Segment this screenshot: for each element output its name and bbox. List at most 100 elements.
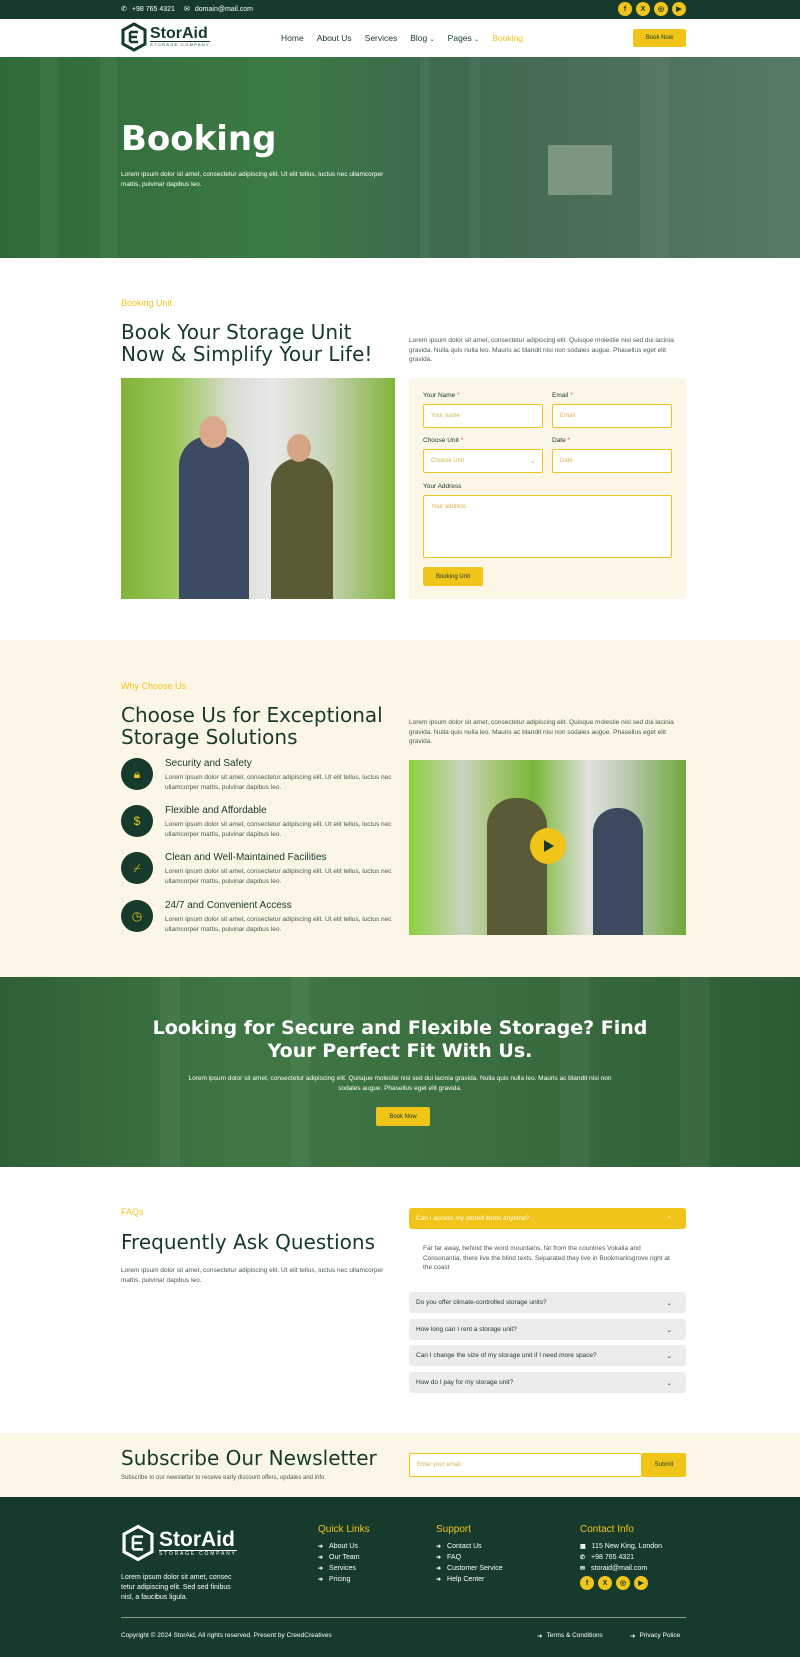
facebook-icon[interactable]: f xyxy=(580,1576,594,1590)
hero-text: Lorem ipsum dolor sit amet, consectetur … xyxy=(121,171,384,188)
clock-icon: ◷ xyxy=(121,900,153,932)
faq-kicker: FAQs xyxy=(121,1207,144,1217)
logo-hexagon-icon xyxy=(121,22,147,52)
video-thumbnail[interactable] xyxy=(409,760,686,935)
play-icon xyxy=(544,840,554,852)
feature-title: Flexible and Affordable xyxy=(165,805,267,816)
quick-links: Quick Links ➜ About Us ➜ Our Team ➜ Service… xyxy=(318,1524,370,1587)
arrow-circle-icon: ➜ xyxy=(318,1555,324,1561)
name-input[interactable]: Your name xyxy=(423,404,543,428)
date-input[interactable]: Date xyxy=(552,449,672,473)
phone-item[interactable]: ✆ +98 765 4321 xyxy=(580,1554,662,1561)
nav-blog[interactable]: Blog ⌄ xyxy=(410,33,434,43)
feature-item: 🔒︎ Security and Safety Lorem ipsum dolor s… xyxy=(121,758,395,792)
faq-answer: Far far away, behind the word mountains,… xyxy=(423,1245,670,1271)
email-input[interactable]: Email xyxy=(552,404,672,428)
booking-kicker: Booking Unit xyxy=(121,298,173,308)
x-icon[interactable]: X xyxy=(598,1576,612,1590)
booking-title: Book Your Storage Unit Now & Simplify You… xyxy=(121,321,401,365)
contact-title: Contact Info xyxy=(580,1524,634,1535)
chevron-down-icon: ⌄ xyxy=(666,1379,672,1387)
footer-social: f X ◎ ▶ xyxy=(580,1576,662,1590)
booking-text: Lorem ipsum dolor sit amet, consectetur … xyxy=(409,337,674,363)
mail-icon: ✉ xyxy=(580,1566,586,1572)
newsletter-text: Subscribe to our newsletter to receive e… xyxy=(121,1475,325,1481)
faq-question[interactable]: Do you offer climate-controlled storage … xyxy=(409,1292,686,1313)
privacy-link[interactable]: ➜ Privacy Police xyxy=(630,1632,680,1640)
phone-contact[interactable]: ✆ +98 765 4321 xyxy=(121,5,175,14)
copyright: Copyright © 2024 StorAid, All rights res… xyxy=(121,1632,332,1639)
email-contact[interactable]: ✉ domain@mail.com xyxy=(184,5,253,14)
logo-text: StorAid xyxy=(150,25,208,42)
phone-icon: ✆ xyxy=(580,1555,586,1561)
terms-link[interactable]: ➜ Terms & Conditions xyxy=(537,1632,603,1640)
booking-submit-button[interactable]: Booking Unit xyxy=(423,567,483,586)
arrow-circle-icon: ➜ xyxy=(436,1577,442,1583)
footer-link[interactable]: ➜ Services xyxy=(318,1565,370,1572)
chevron-down-icon: ⌄ xyxy=(529,459,535,465)
arrow-circle-icon: ➜ xyxy=(318,1566,324,1572)
footer-link[interactable]: ➜ Pricing xyxy=(318,1576,370,1583)
footer-link[interactable]: ➜ Our Team xyxy=(318,1554,370,1561)
social-links: f X ◎ ▶ xyxy=(618,2,686,16)
facebook-icon[interactable]: f xyxy=(618,2,632,16)
nav-home[interactable]: Home xyxy=(281,33,304,43)
nav-pages[interactable]: Pages ⌄ xyxy=(448,33,480,43)
why-text: Lorem ipsum dolor sit amet, consectetur … xyxy=(409,719,674,745)
instagram-icon[interactable]: ◎ xyxy=(616,1576,630,1590)
faq-question-text: Can I change the size of my storage unit… xyxy=(416,1352,597,1359)
nav-services[interactable]: Services xyxy=(365,33,398,43)
book-now-button[interactable]: Book Now xyxy=(633,29,686,47)
faq-title: Frequently Ask Questions xyxy=(121,1230,375,1254)
instagram-icon[interactable]: ◎ xyxy=(654,2,668,16)
arrow-circle-icon: ➜ xyxy=(537,1633,543,1640)
footer-link[interactable]: ➜ FAQ xyxy=(436,1554,503,1561)
newsletter-title: Subscribe Our Newsletter xyxy=(121,1446,377,1470)
play-button[interactable] xyxy=(530,828,566,864)
address-item: ▦ 115 New King, London xyxy=(580,1543,662,1550)
youtube-icon[interactable]: ▶ xyxy=(672,2,686,16)
unit-select[interactable]: Choose Unit ⌄ xyxy=(423,449,543,473)
arrow-circle-icon: ➜ xyxy=(318,1577,324,1583)
footer-link[interactable]: ➜ Help Center xyxy=(436,1576,503,1583)
footer-logo[interactable]: StorAid STORAGE COMPANY xyxy=(121,1524,237,1562)
footer-logo-text: StorAid xyxy=(159,1527,235,1551)
why-title: Choose Us for Exceptional Storage Solutio… xyxy=(121,704,401,748)
contact-info: Contact Info ▦ 115 New King, London ✆ +98 … xyxy=(580,1524,662,1590)
site-footer: StorAid STORAGE COMPANY Lorem ipsum dolor… xyxy=(0,1497,800,1657)
broom-icon: ⌿ xyxy=(121,852,153,884)
name-label: Your Name * xyxy=(423,392,460,399)
cta-book-button[interactable]: Book Now xyxy=(376,1107,430,1126)
feature-text: Lorem ipsum dolor sit amet, consectetur … xyxy=(165,916,392,933)
box-shape xyxy=(548,145,612,195)
faq-question-text: How do I pay for my storage unit? xyxy=(416,1379,514,1386)
quick-links-title: Quick Links xyxy=(318,1524,370,1535)
hero-title: Booking xyxy=(121,119,277,159)
faq-question[interactable]: How long can I rent a storage unit? ⌄ xyxy=(409,1319,686,1340)
newsletter-section: Subscribe Our Newsletter Subscribe to ou… xyxy=(0,1433,800,1497)
faq-question[interactable]: How do I pay for my storage unit? ⌄ xyxy=(409,1372,686,1393)
footer-link[interactable]: ➜ Customer Service xyxy=(436,1565,503,1572)
address-textarea[interactable]: Your address xyxy=(423,495,672,558)
feature-title: 24/7 and Convenient Access xyxy=(165,900,292,911)
arrow-circle-icon: ➜ xyxy=(436,1544,442,1550)
nav-blog-label: Blog xyxy=(410,33,428,43)
email-item[interactable]: ✉ storaid@mail.com xyxy=(580,1565,662,1572)
support-title: Support xyxy=(436,1524,472,1535)
newsletter-submit-button[interactable]: Submit xyxy=(642,1453,686,1477)
nav-about[interactable]: About Us xyxy=(317,33,352,43)
newsletter-email-input[interactable]: Enter your email xyxy=(409,1453,642,1477)
youtube-icon[interactable]: ▶ xyxy=(634,1576,648,1590)
unit-label: Choose Unit * xyxy=(423,437,464,444)
footer-about: Lorem ipsum dolor sit amet, consec tetur… xyxy=(121,1574,232,1601)
footer-link[interactable]: ➜ About Us xyxy=(318,1543,370,1550)
cta-title-line2: Your Perfect Fit With Us. xyxy=(267,1040,533,1062)
footer-link[interactable]: ➜ Contact Us xyxy=(436,1543,503,1550)
nav-booking[interactable]: Booking xyxy=(492,33,523,43)
staff-photo xyxy=(121,378,395,599)
x-icon[interactable]: X xyxy=(636,2,650,16)
faq-question-text: How long can I rent a storage unit? xyxy=(416,1326,517,1333)
site-logo[interactable]: StorAid STORAGE COMPANY xyxy=(121,22,211,52)
faq-question[interactable]: Can I change the size of my storage unit… xyxy=(409,1345,686,1366)
faq-open-question[interactable]: Can I access my stored items anytime? ⌃ xyxy=(409,1208,686,1229)
